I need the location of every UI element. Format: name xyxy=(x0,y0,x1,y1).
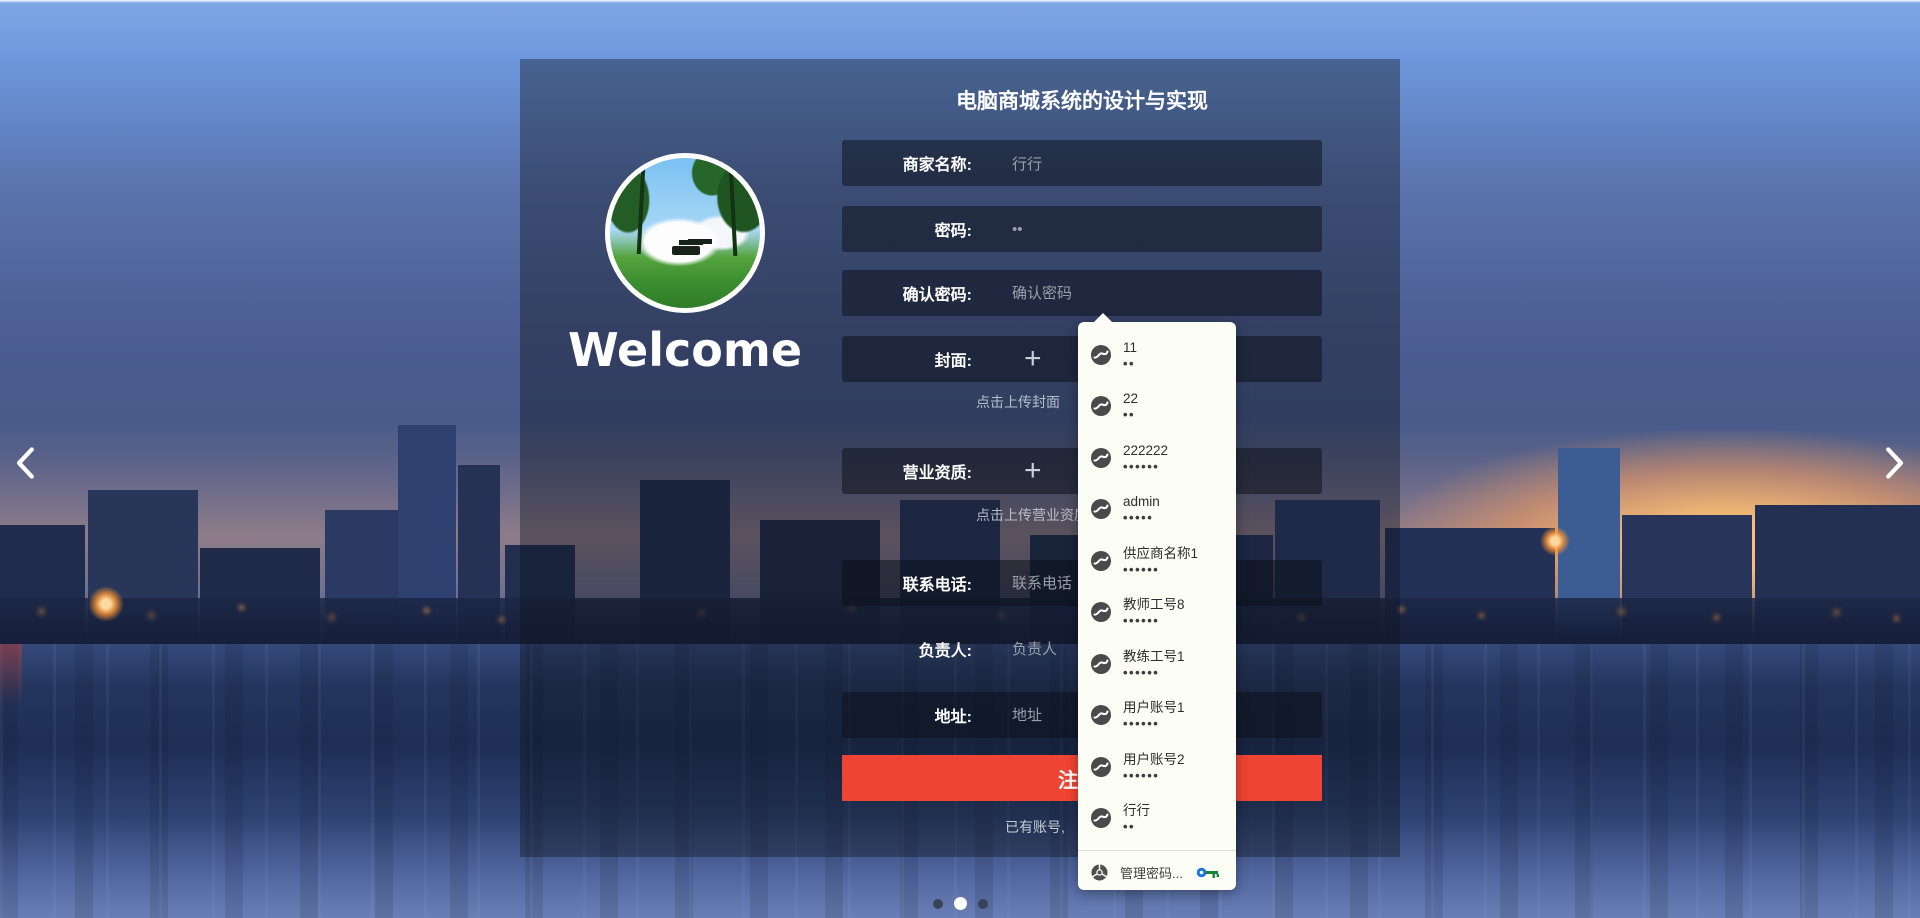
autofill-masked-password: •••••• xyxy=(1123,613,1185,628)
autofill-masked-password: •••••• xyxy=(1123,562,1198,577)
autofill-list: 11•• 22•• 222222•••••• admin••••• 供应商名称1… xyxy=(1078,329,1236,844)
license-label: 营业资质: xyxy=(842,459,972,483)
autofill-item[interactable]: 教师工号8•••••• xyxy=(1078,587,1236,639)
chevron-left-icon xyxy=(14,467,36,484)
autofill-item[interactable]: 供应商名称1•••••• xyxy=(1078,535,1236,587)
address-label: 地址: xyxy=(842,703,972,727)
license-upload-hint: 点击上传营业资质 xyxy=(976,505,1088,525)
confirm-password-input[interactable] xyxy=(1012,285,1322,302)
red-reflection xyxy=(0,644,22,706)
autofill-username: 教师工号8 xyxy=(1123,596,1185,613)
key-icon xyxy=(1196,866,1220,879)
globe-icon xyxy=(1091,757,1111,777)
carousel-dot-1[interactable] xyxy=(933,899,943,909)
carousel-dot-3[interactable] xyxy=(978,899,988,909)
autofill-masked-password: •• xyxy=(1123,407,1138,422)
autofill-username: 11 xyxy=(1123,339,1137,356)
password-input[interactable] xyxy=(1012,221,1322,238)
autofill-item[interactable]: 行行•• xyxy=(1078,793,1236,845)
phone-label: 联系电话: xyxy=(842,571,972,595)
merchant-name-row: 商家名称: xyxy=(842,140,1322,186)
merchant-name-label: 商家名称: xyxy=(842,151,972,175)
globe-icon xyxy=(1091,499,1111,519)
login-link[interactable]: 已有账号, xyxy=(1005,817,1065,837)
autofill-username: 用户账号1 xyxy=(1123,699,1185,716)
autofill-masked-password: ••••• xyxy=(1123,510,1160,525)
confirm-password-row: 确认密码: xyxy=(842,270,1322,316)
street-light-flare xyxy=(88,586,124,622)
avatar xyxy=(605,153,765,313)
dropdown-divider xyxy=(1078,850,1236,851)
password-row: 密码: xyxy=(842,206,1322,252)
autofill-masked-password: •• xyxy=(1123,356,1137,371)
manager-label: 负责人: xyxy=(842,637,972,661)
chrome-icon xyxy=(1091,864,1108,881)
globe-icon xyxy=(1091,705,1111,725)
autofill-username: 22 xyxy=(1123,390,1138,407)
password-label: 密码: xyxy=(842,217,972,241)
autofill-item[interactable]: 22•• xyxy=(1078,381,1236,433)
confirm-password-label: 确认密码: xyxy=(842,281,972,305)
autofill-item[interactable]: admin••••• xyxy=(1078,484,1236,536)
password-autofill-dropdown: 11•• 22•• 222222•••••• admin••••• 供应商名称1… xyxy=(1078,322,1236,890)
carousel-dots xyxy=(0,897,1920,910)
merchant-name-input[interactable] xyxy=(1012,155,1322,172)
street-light-flare xyxy=(1540,526,1570,556)
globe-icon xyxy=(1091,345,1111,365)
autofill-masked-password: •••••• xyxy=(1123,716,1185,731)
welcome-text: Welcome xyxy=(520,323,850,377)
autofill-username: 教练工号1 xyxy=(1123,648,1185,665)
globe-icon xyxy=(1091,808,1111,828)
bench-silhouette xyxy=(672,246,700,255)
cover-upload-hint: 点击上传封面 xyxy=(976,392,1060,412)
carousel-prev-button[interactable] xyxy=(14,446,36,485)
autofill-item[interactable]: 用户账号2•••••• xyxy=(1078,741,1236,793)
plus-icon[interactable]: + xyxy=(1024,456,1042,486)
carousel-next-button[interactable] xyxy=(1884,446,1906,485)
autofill-item[interactable]: 用户账号1•••••• xyxy=(1078,690,1236,742)
autofill-masked-password: •••••• xyxy=(1123,459,1168,474)
globe-icon xyxy=(1091,448,1111,468)
globe-icon xyxy=(1091,396,1111,416)
autofill-item[interactable]: 教练工号1•••••• xyxy=(1078,638,1236,690)
globe-icon xyxy=(1091,602,1111,622)
autofill-masked-password: •••••• xyxy=(1123,768,1185,783)
registration-panel: 电脑商城系统的设计与实现 Welcome 商家名称: 密码: 确认密码: 封面:… xyxy=(520,59,1400,857)
cover-label: 封面: xyxy=(842,347,972,371)
autofill-item[interactable]: 222222•••••• xyxy=(1078,432,1236,484)
autofill-username: 供应商名称1 xyxy=(1123,545,1198,562)
autofill-username: 用户账号2 xyxy=(1123,751,1185,768)
dropdown-caret xyxy=(1094,313,1112,322)
globe-icon xyxy=(1091,654,1111,674)
plus-icon[interactable]: + xyxy=(1024,344,1042,374)
autofill-username: admin xyxy=(1123,493,1160,510)
autofill-masked-password: •• xyxy=(1123,819,1150,834)
autofill-item[interactable]: 11•• xyxy=(1078,329,1236,381)
autofill-masked-password: •••••• xyxy=(1123,665,1185,680)
manage-passwords-item[interactable]: 管理密码... xyxy=(1091,859,1220,885)
carousel-dot-2[interactable] xyxy=(954,897,967,910)
street-lights xyxy=(0,604,3,607)
manage-passwords-label: 管理密码... xyxy=(1120,863,1183,882)
chevron-right-icon xyxy=(1884,467,1906,484)
autofill-username: 行行 xyxy=(1123,802,1150,819)
globe-icon xyxy=(1091,551,1111,571)
autofill-username: 222222 xyxy=(1123,442,1168,459)
